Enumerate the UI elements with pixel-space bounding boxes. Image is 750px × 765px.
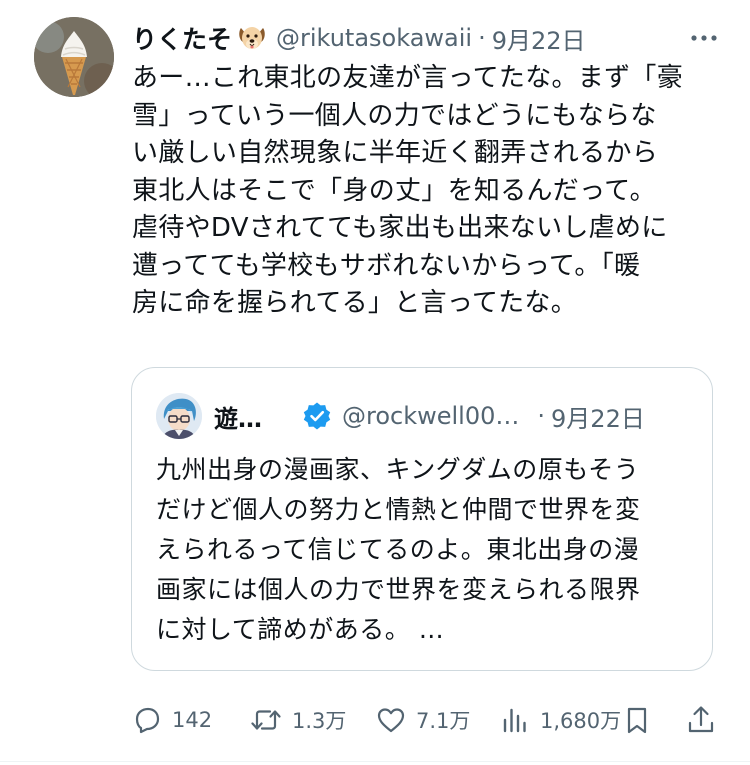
author-handle[interactable]: @rikutasokawaii bbox=[276, 24, 472, 52]
repost-button[interactable]: 1.3万 bbox=[248, 700, 346, 740]
quote-text-line: えられるって信じてるのよ。東北出身の漫 bbox=[156, 535, 640, 564]
verified-badge-icon bbox=[302, 401, 332, 431]
more-horizontal-icon[interactable] bbox=[686, 22, 722, 54]
reply-icon bbox=[135, 707, 160, 734]
repost-count: 1.3万 bbox=[292, 709, 347, 733]
quote-text-line: だけど個人の努力と情熱と仲間で世界を変 bbox=[156, 495, 641, 524]
author-avatar[interactable] bbox=[34, 17, 114, 97]
tweet-text-line: 房に命を握られてる」と言ってたな。 bbox=[132, 288, 578, 318]
share-icon bbox=[688, 706, 714, 733]
header-separator: · bbox=[478, 24, 486, 52]
quote-header-separator: · bbox=[537, 402, 546, 430]
quote-text: 九州出身の漫画家、キングダムの原もそう だけど個人の努力と情熱と仲間で世界を変 えら… bbox=[156, 450, 696, 650]
anime-character-avatar-image bbox=[156, 393, 202, 439]
bookmark-button[interactable] bbox=[620, 700, 654, 740]
reply-count: 142 bbox=[172, 708, 213, 732]
like-button[interactable]: 7.1万 bbox=[374, 700, 470, 740]
tweet-text-line: 虐待やDVされてても家出も出来ないし虐めに bbox=[132, 213, 668, 243]
reply-button[interactable]: 142 bbox=[130, 700, 212, 740]
quote-author-avatar[interactable] bbox=[156, 393, 202, 439]
heart-icon bbox=[377, 708, 405, 733]
tweet-text-line: あー…これ東北の友達が言ってたな。まず「豪 bbox=[132, 63, 684, 93]
quote-tweet-card[interactable]: 遊… @rockwell00… · 9月22日 九州出身の漫画家、キングダムの原… bbox=[131, 367, 713, 671]
tweet-text: あー…これ東北の友達が言ってたな。まず「豪 雪」っていう一個人の力ではどうにもなら… bbox=[132, 60, 722, 323]
repost-icon bbox=[251, 710, 281, 730]
tweet-text-line: 東北人はそこで「身の丈」を知るんだって。 bbox=[132, 175, 656, 206]
views-button[interactable]: 1,680万 bbox=[498, 700, 621, 740]
tweet-header: りくたそ @rikutasokawaii · 9月22日 bbox=[132, 18, 722, 58]
like-count: 7.1万 bbox=[416, 709, 471, 733]
views-icon bbox=[503, 708, 526, 733]
bookmark-icon bbox=[627, 707, 647, 734]
quote-text-line: 画家には個人の力で世界を変えられる限界 bbox=[156, 575, 641, 604]
quote-date[interactable]: 9月22日 bbox=[551, 399, 645, 434]
divider bbox=[0, 761, 750, 762]
quote-header: 遊… @rockwell00… · 9月22日 bbox=[214, 396, 694, 436]
tweet-date[interactable]: 9月22日 bbox=[492, 21, 586, 56]
tweet-actions: 142 1.3万 7.1万 1,680万 bbox=[130, 700, 720, 740]
views-count: 1,680万 bbox=[540, 709, 622, 733]
quote-text-line: 九州出身の漫画家、キングダムの原もそう bbox=[156, 455, 640, 484]
quote-author-display-name[interactable]: 遊… bbox=[214, 399, 262, 434]
quote-author-handle[interactable]: @rockwell00… bbox=[342, 402, 519, 430]
share-button[interactable] bbox=[684, 700, 718, 740]
tweet[interactable]: りくたそ @rikutasokawaii · 9月22日 あー…これ東北の友達が… bbox=[0, 0, 750, 765]
soft-serve-avatar-image bbox=[34, 17, 114, 97]
dog-face-emoji-icon bbox=[236, 22, 268, 54]
tweet-text-line: 雪」っていう一個人の力ではどうにもならな bbox=[132, 100, 657, 131]
author-display-name[interactable]: りくたそ bbox=[132, 20, 232, 56]
tweet-text-line: 遭ってても学校もサボれないからって。「暖 bbox=[132, 250, 641, 281]
quote-text-line: に対して諦めがある。 … bbox=[156, 615, 445, 644]
tweet-text-line: い厳しい自然現象に半年近く翻弄されるから bbox=[132, 138, 659, 168]
